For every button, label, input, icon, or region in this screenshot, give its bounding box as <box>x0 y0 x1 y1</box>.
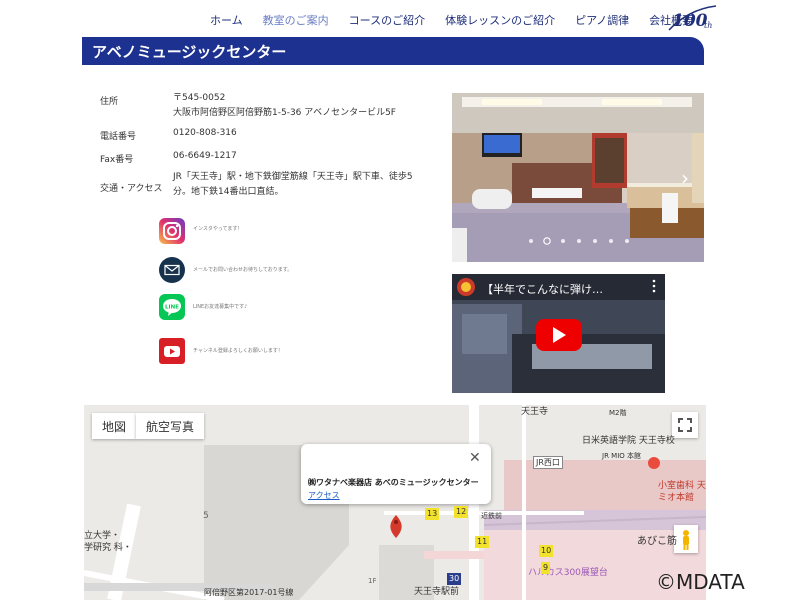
mail-icon[interactable] <box>159 257 185 283</box>
address-value: 〒545-0052 大阪市阿倍野区阿倍野筋1-5-36 アベノセンタービル5F <box>173 91 396 121</box>
phone-value: 0120-808-316 <box>173 128 237 138</box>
map-route-11: 11 <box>475 536 490 548</box>
nav-home[interactable]: ホーム <box>210 12 243 27</box>
anniversary-logo[interactable]: 100 th <box>666 4 718 34</box>
info-window-title: ㈱ワタナベ楽器店 あべのミュージックセンター <box>308 478 479 487</box>
map-route-12: 12 <box>454 506 469 518</box>
page-title: アベノミュージックセンター <box>92 43 287 61</box>
map-label-abiko: あびこ筋 <box>637 536 677 547</box>
page-title-banner: アベノミュージックセンター <box>82 37 704 65</box>
nav-classroom[interactable]: 教室のご案内 <box>263 12 329 27</box>
google-map[interactable]: 地図 航空写真 ✕ ㈱ワタナベ楽器店 あべのミュージックセンター アクセス 天王… <box>84 405 706 600</box>
fullscreen-button[interactable] <box>672 412 698 438</box>
classroom-photo-slider[interactable]: › <box>452 93 704 262</box>
video-title: 【半年でこんなに弾け… <box>482 283 603 296</box>
mail-text: メールでお問い合わせお待ちしております。 <box>193 267 293 273</box>
access-line-1: JR「天王寺」駅・地下鉄御堂筋線「天王寺」駅下車、徒歩5 <box>173 172 413 182</box>
map-label-jr-nishiguchi: JR西口 <box>533 456 563 469</box>
map-route-10: 10 <box>539 545 554 557</box>
map-info-window: ✕ ㈱ワタナベ楽器店 あべのミュージックセンター アクセス <box>301 444 491 504</box>
instagram-text: インスタやってます！ <box>193 226 243 232</box>
map-label-floor: 1F <box>368 577 377 585</box>
svg-text:th: th <box>704 21 712 30</box>
street-view-pegman[interactable] <box>674 525 698 553</box>
address-text: 大阪市阿倍野区阿倍野筋1-5-36 アベノセンタービル5F <box>173 108 396 118</box>
map-label-harukas: ハルカス300展望台 <box>528 568 608 578</box>
svg-text:LINE: LINE <box>165 305 179 311</box>
watermark: ©MDATA <box>656 570 745 594</box>
map-label-five: 5 <box>203 511 209 521</box>
youtube-text: チャンネル登録よろしくお願いします！ <box>193 348 283 354</box>
youtube-video-embed[interactable]: 【半年でこんなに弾け… <box>452 274 665 393</box>
map-route-30: 30 <box>447 573 462 585</box>
youtube-icon[interactable] <box>159 338 185 364</box>
slider-next-icon: › <box>681 166 689 190</box>
nav-trial-lesson[interactable]: 体験レッスンのご紹介 <box>445 12 555 27</box>
map-tab-map[interactable]: 地図 <box>92 413 137 439</box>
line-text: LINEお友達募集中です♪ <box>193 304 248 310</box>
info-window-access-link[interactable]: アクセス <box>308 490 340 501</box>
postal-code: 〒545-0052 <box>173 93 226 103</box>
classroom-photo: › <box>452 93 704 262</box>
map-label-nichibei: 日米英語学院 天王寺校 <box>582 436 675 446</box>
map-label-univ-2: 学研究 科・ <box>84 543 132 553</box>
instagram-icon[interactable] <box>159 218 185 244</box>
map-route-13: 13 <box>425 508 440 520</box>
access-value: JR「天王寺」駅・地下鉄御堂筋線「天王寺」駅下車、徒歩5 分。地下鉄14番出口直… <box>173 170 413 200</box>
nav-courses[interactable]: コースのご紹介 <box>349 12 425 27</box>
map-route-9: 9 <box>541 562 551 574</box>
top-nav: ホーム 教室のご案内 コースのご紹介 体験レッスンのご紹介 ピアノ調律 会社概要 <box>210 12 713 27</box>
map-label-jr-mio: JR MIO 本館 <box>602 452 641 460</box>
access-label: 交通・アクセス <box>100 184 163 194</box>
address-label: 住所 <box>100 97 119 107</box>
fax-value: 06-6649-1217 <box>173 151 237 161</box>
fax-label: Fax番号 <box>100 155 134 165</box>
phone-label: 電話番号 <box>100 132 137 142</box>
map-tab-satellite[interactable]: 航空写真 <box>136 413 205 439</box>
map-label-kinmae: 近鉄前 <box>481 512 502 520</box>
pegman-icon <box>683 530 689 550</box>
svg-text:100: 100 <box>672 11 708 31</box>
fullscreen-icon <box>678 418 692 432</box>
access-line-2: 分。地下鉄14番出口直結。 <box>173 187 284 197</box>
map-label-m2: M2階 <box>609 409 627 417</box>
nav-piano-tuning[interactable]: ピアノ調律 <box>575 12 629 27</box>
map-label-tennoji-ekimae: 天王寺駅前 <box>414 587 460 597</box>
map-label-mio-south: ミオ本館 <box>658 493 695 503</box>
map-label-tennoji: 天王寺 <box>521 407 549 417</box>
map-label-road: 阿倍野区第2017-01号線 <box>204 588 294 597</box>
close-icon[interactable]: ✕ <box>469 450 481 466</box>
line-icon[interactable]: LINE <box>159 294 185 320</box>
